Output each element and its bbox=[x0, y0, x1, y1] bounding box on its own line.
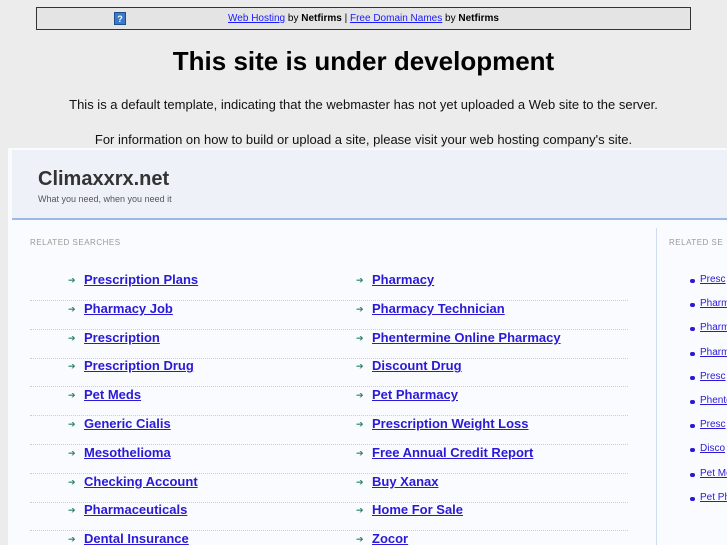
related-link[interactable]: Pharmaceuticals bbox=[84, 502, 187, 517]
side-related-link[interactable]: Presc bbox=[700, 371, 726, 382]
info-paragraph-2: For information on how to build or uploa… bbox=[94, 132, 633, 147]
arrow-icon: ➔ bbox=[356, 390, 364, 401]
bullet-icon bbox=[690, 424, 695, 429]
page-title: This site is under development bbox=[172, 46, 555, 76]
related-link[interactable]: Home For Sale bbox=[372, 502, 463, 517]
arrow-icon: ➔ bbox=[68, 361, 76, 372]
bullet-icon bbox=[690, 496, 695, 501]
search-row: ➔ Pharmaceuticals ➔ Home For Sale bbox=[30, 502, 628, 532]
related-link[interactable]: Buy Xanax bbox=[372, 474, 438, 489]
arrow-icon: ➔ bbox=[356, 361, 364, 372]
bullet-icon bbox=[690, 303, 695, 308]
search-row: ➔ Pet Meds ➔ Pet Pharmacy bbox=[30, 387, 628, 417]
related-link[interactable]: Prescription Weight Loss bbox=[372, 416, 529, 431]
arrow-icon: ➔ bbox=[356, 275, 364, 285]
info-paragraph-1: This is a default template, indicating t… bbox=[69, 97, 658, 112]
site-header: Climaxxrx.net What you need, when you ne… bbox=[12, 150, 727, 220]
search-row: ➔ Checking Account ➔ Buy Xanax bbox=[30, 474, 628, 503]
arrow-icon: ➔ bbox=[68, 534, 76, 545]
side-related-link[interactable]: Pet Me bbox=[700, 468, 727, 479]
bullet-icon bbox=[690, 327, 695, 332]
site-title[interactable]: Climaxxrx.net bbox=[38, 168, 169, 191]
related-link[interactable]: Discount Drug bbox=[372, 358, 462, 373]
arrow-icon: ➔ bbox=[356, 332, 364, 343]
arrow-icon: ➔ bbox=[68, 447, 76, 458]
search-row: ➔ Mesothelioma ➔ Free Annual Credit Repo… bbox=[30, 445, 628, 474]
side-related-link[interactable]: Pharm bbox=[700, 347, 727, 358]
arrow-icon: ➔ bbox=[68, 275, 76, 285]
related-link[interactable]: Generic Cialis bbox=[84, 416, 171, 431]
bullet-icon bbox=[690, 448, 695, 453]
arrow-icon: ➔ bbox=[68, 419, 76, 429]
arrow-icon: ➔ bbox=[356, 447, 364, 458]
related-link[interactable]: Prescription Plans bbox=[84, 272, 198, 287]
side-related-link[interactable]: Phente bbox=[700, 395, 727, 406]
netfirms-banner: ? Web Hosting by Netfirms | Free Domain … bbox=[36, 7, 691, 30]
bullet-icon bbox=[690, 375, 695, 380]
by-text: by bbox=[442, 13, 459, 24]
related-link[interactable]: Phentermine Online Pharmacy bbox=[372, 330, 561, 345]
side-related-link[interactable]: Pet Ph bbox=[700, 492, 727, 503]
related-link[interactable]: Dental Insurance bbox=[84, 531, 189, 545]
search-row: ➔ Prescription ➔ Phentermine Online Phar… bbox=[30, 330, 628, 359]
side-related-link[interactable]: Presc bbox=[700, 274, 726, 285]
bullet-icon bbox=[690, 279, 695, 283]
side-related-link[interactable]: Pharm bbox=[700, 322, 727, 333]
arrow-icon: ➔ bbox=[356, 303, 364, 314]
free-domain-link[interactable]: Free Domain Names bbox=[350, 13, 442, 24]
search-row: ➔ Prescription Plans ➔ Pharmacy bbox=[30, 272, 628, 301]
arrow-icon: ➔ bbox=[68, 505, 76, 516]
help-icon[interactable]: ? bbox=[114, 12, 126, 25]
arrow-icon: ➔ bbox=[356, 419, 364, 429]
side-related-link[interactable]: Disco bbox=[700, 443, 725, 454]
bullet-icon bbox=[690, 351, 695, 356]
related-link[interactable]: Prescription bbox=[84, 330, 160, 345]
arrow-icon: ➔ bbox=[356, 505, 364, 516]
search-row: ➔ Generic Cialis ➔ Prescription Weight L… bbox=[30, 416, 628, 445]
brand-text: Netfirms bbox=[458, 13, 499, 24]
side-related-link[interactable]: Pharm bbox=[700, 298, 727, 309]
side-related-link[interactable]: Presc bbox=[700, 419, 726, 430]
search-row: ➔ Pharmacy Job ➔ Pharmacy Technician bbox=[30, 301, 628, 330]
related-link[interactable]: Pet Pharmacy bbox=[372, 387, 458, 402]
web-hosting-link[interactable]: Web Hosting bbox=[228, 13, 285, 24]
related-link[interactable]: Pharmacy Job bbox=[84, 301, 173, 316]
related-searches-label: RELATED SEARCHES bbox=[30, 238, 121, 247]
search-row: ➔ Prescription Drug ➔ Discount Drug bbox=[30, 358, 628, 388]
related-link[interactable]: Prescription Drug bbox=[84, 358, 194, 373]
arrow-icon: ➔ bbox=[68, 332, 76, 343]
bullet-icon bbox=[690, 400, 695, 404]
arrow-icon: ➔ bbox=[68, 303, 76, 314]
related-link[interactable]: Checking Account bbox=[84, 474, 198, 489]
parked-page-frame: Climaxxrx.net What you need, when you ne… bbox=[8, 148, 727, 545]
related-link[interactable]: Mesothelioma bbox=[84, 445, 171, 460]
brand-text: Netfirms bbox=[301, 13, 342, 24]
related-link[interactable]: Pharmacy bbox=[372, 272, 434, 287]
related-searches-label-side: RELATED SE bbox=[669, 238, 724, 247]
arrow-icon: ➔ bbox=[68, 476, 76, 487]
arrow-icon: ➔ bbox=[356, 476, 364, 487]
site-tagline: What you need, when you need it bbox=[38, 194, 172, 204]
related-link[interactable]: Free Annual Credit Report bbox=[372, 445, 533, 460]
arrow-icon: ➔ bbox=[68, 390, 76, 401]
related-link[interactable]: Pet Meds bbox=[84, 387, 141, 402]
search-row: ➔ Dental Insurance ➔ Zocor bbox=[30, 531, 628, 545]
by-text: by bbox=[285, 13, 302, 24]
bullet-icon bbox=[690, 472, 695, 477]
related-link[interactable]: Pharmacy Technician bbox=[372, 301, 505, 316]
arrow-icon: ➔ bbox=[356, 534, 364, 545]
column-divider bbox=[656, 228, 657, 545]
separator: | bbox=[341, 13, 350, 24]
related-link[interactable]: Zocor bbox=[372, 531, 408, 545]
